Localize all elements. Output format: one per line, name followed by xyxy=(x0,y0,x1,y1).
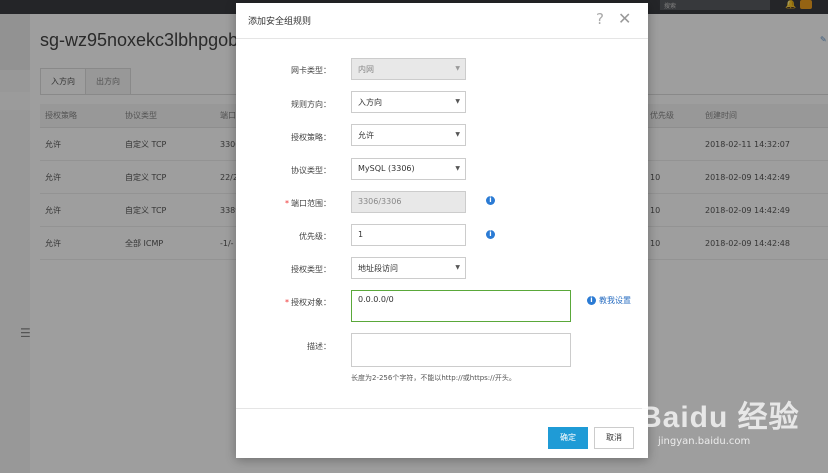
dropdown-arrow-icon: ▼ xyxy=(455,131,460,138)
protocol-label: 协议类型： xyxy=(291,166,331,175)
dialog-title: 添加安全组规则 xyxy=(248,17,312,27)
info-icon[interactable]: i xyxy=(486,196,495,205)
help-link[interactable]: i 教我设置 xyxy=(587,295,631,306)
cancel-button[interactable]: 取消 xyxy=(594,427,634,449)
priority-label: 优先级： xyxy=(299,232,331,241)
nic-type-select: 内网 ▼ xyxy=(351,58,466,80)
info-icon[interactable]: i xyxy=(486,230,495,239)
direction-label: 规则方向： xyxy=(291,100,331,109)
port-range-value: 3306/3306 xyxy=(358,197,402,206)
dropdown-arrow-icon: ▼ xyxy=(455,264,460,271)
port-range-label-text: 端口范围： xyxy=(291,199,331,208)
close-icon[interactable]: ✕ xyxy=(618,9,631,28)
watermark-url: jingyan.baidu.com xyxy=(658,436,751,447)
auth-object-value: 0.0.0.0/0 xyxy=(358,295,394,304)
nic-type-label: 网卡类型： xyxy=(291,66,331,75)
direction-select[interactable]: 入方向 ▼ xyxy=(351,91,466,113)
direction-value: 入方向 xyxy=(358,98,382,107)
port-range-label: * 端口范围： xyxy=(236,198,331,209)
auth-object-label-text: 授权对象： xyxy=(291,298,331,307)
info-icon: i xyxy=(587,296,596,305)
help-icon[interactable]: ? xyxy=(596,10,604,28)
help-link-text[interactable]: 教我设置 xyxy=(599,295,631,306)
dialog-header: 添加安全组规则 ? ✕ xyxy=(236,3,648,39)
protocol-select[interactable]: MySQL (3306) ▼ xyxy=(351,158,466,180)
auth-type-label: 授权类型： xyxy=(291,265,331,274)
policy-value: 允许 xyxy=(358,131,374,140)
policy-select[interactable]: 允许 ▼ xyxy=(351,124,466,146)
required-mark: * xyxy=(285,199,289,208)
dropdown-arrow-icon: ▼ xyxy=(455,165,460,172)
dropdown-arrow-icon: ▼ xyxy=(455,98,460,105)
protocol-value: MySQL (3306) xyxy=(358,164,415,173)
nic-type-value: 内网 xyxy=(358,65,374,74)
required-mark: * xyxy=(285,298,289,307)
confirm-button[interactable]: 确定 xyxy=(548,427,588,449)
baidu-watermark: Baidu 经验 jingyan.baidu.com xyxy=(640,392,825,470)
auth-object-textarea[interactable]: 0.0.0.0/0 xyxy=(351,290,571,322)
add-rule-dialog: 添加安全组规则 ? ✕ 网卡类型： 内网 ▼ 规则方向： 入方向 ▼ 授权策略：… xyxy=(236,3,648,458)
auth-type-select[interactable]: 地址段访问 ▼ xyxy=(351,257,466,279)
description-hint: 长度为2-256个字符，不能以http://或https://开头。 xyxy=(351,374,516,382)
dialog-footer: 确定 取消 xyxy=(236,408,648,458)
auth-type-value: 地址段访问 xyxy=(358,264,398,273)
port-range-input: 3306/3306 xyxy=(351,191,466,213)
auth-object-label: * 授权对象： xyxy=(236,297,331,308)
priority-input[interactable]: 1 xyxy=(351,224,466,246)
description-textarea[interactable] xyxy=(351,333,571,367)
priority-value: 1 xyxy=(358,230,364,239)
description-label: 描述： xyxy=(307,342,331,351)
policy-label: 授权策略： xyxy=(291,133,331,142)
dropdown-arrow-icon: ▼ xyxy=(455,65,460,72)
watermark-logo: Baidu 经验 xyxy=(640,401,800,434)
